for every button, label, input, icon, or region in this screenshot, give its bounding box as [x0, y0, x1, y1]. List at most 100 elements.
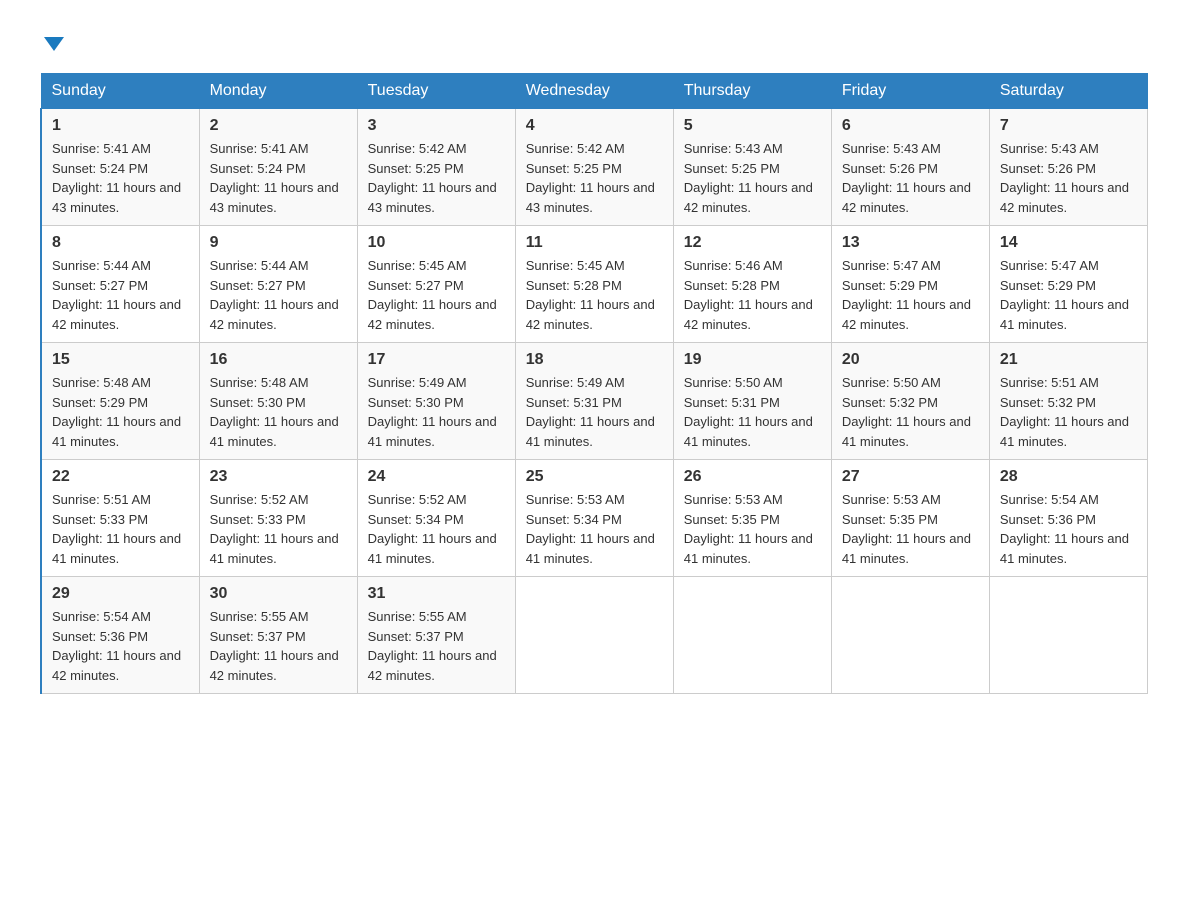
- day-info: Sunrise: 5:47 AMSunset: 5:29 PMDaylight:…: [1000, 256, 1137, 334]
- day-number: 9: [210, 234, 347, 252]
- day-info: Sunrise: 5:50 AMSunset: 5:31 PMDaylight:…: [684, 373, 821, 451]
- day-number: 23: [210, 468, 347, 486]
- day-info: Sunrise: 5:49 AMSunset: 5:30 PMDaylight:…: [368, 373, 505, 451]
- calendar-day-cell: 15 Sunrise: 5:48 AMSunset: 5:29 PMDayligh…: [41, 343, 199, 460]
- day-number: 18: [526, 351, 663, 369]
- day-info: Sunrise: 5:43 AMSunset: 5:26 PMDaylight:…: [842, 139, 979, 217]
- day-number: 27: [842, 468, 979, 486]
- day-info: Sunrise: 5:42 AMSunset: 5:25 PMDaylight:…: [368, 139, 505, 217]
- day-number: 17: [368, 351, 505, 369]
- day-number: 24: [368, 468, 505, 486]
- calendar-week-row: 8Sunrise: 5:44 AMSunset: 5:27 PMDaylight…: [41, 226, 1148, 343]
- day-number: 19: [684, 351, 821, 369]
- day-number: 3: [368, 117, 505, 135]
- day-info: Sunrise: 5:44 AMSunset: 5:27 PMDaylight:…: [52, 256, 189, 334]
- day-info: Sunrise: 5:54 AMSunset: 5:36 PMDaylight:…: [52, 607, 189, 685]
- day-number: 13: [842, 234, 979, 252]
- calendar-day-cell: 26Sunrise: 5:53 AMSunset: 5:35 PMDayligh…: [673, 460, 831, 577]
- calendar-day-cell: 2 Sunrise: 5:41 AMSunset: 5:24 PMDaylight…: [199, 109, 357, 226]
- day-info: Sunrise: 5:55 AMSunset: 5:37 PMDaylight:…: [368, 607, 505, 685]
- day-number: 31: [368, 585, 505, 603]
- calendar-day-cell: 19 Sunrise: 5:50 AMSunset: 5:31 PMDayligh…: [673, 343, 831, 460]
- day-info: Sunrise: 5:46 AMSunset: 5:28 PMDaylight:…: [684, 256, 821, 334]
- day-number: 30: [210, 585, 347, 603]
- calendar-header-row: SundayMondayTuesdayWednesdayThursdayFrid…: [41, 74, 1148, 109]
- day-info: Sunrise: 5:48 AMSunset: 5:30 PMDaylight:…: [210, 373, 347, 451]
- day-number: 12: [684, 234, 821, 252]
- day-number: 5: [684, 117, 821, 135]
- day-number: 22: [52, 468, 189, 486]
- day-number: 21: [1000, 351, 1137, 369]
- day-info: Sunrise: 5:52 AMSunset: 5:33 PMDaylight:…: [210, 490, 347, 568]
- logo: [40, 30, 64, 57]
- logo-triangle-icon: [44, 37, 64, 51]
- calendar-day-cell: 1 Sunrise: 5:41 AMSunset: 5:24 PMDaylight…: [41, 109, 199, 226]
- calendar-day-cell: 23 Sunrise: 5:52 AMSunset: 5:33 PMDayligh…: [199, 460, 357, 577]
- calendar-day-cell: 5 Sunrise: 5:43 AMSunset: 5:25 PMDaylight…: [673, 109, 831, 226]
- day-number: 29: [52, 585, 189, 603]
- calendar-header-saturday: Saturday: [989, 74, 1147, 109]
- calendar-table: SundayMondayTuesdayWednesdayThursdayFrid…: [40, 73, 1148, 694]
- day-info: Sunrise: 5:45 AMSunset: 5:28 PMDaylight:…: [526, 256, 663, 334]
- calendar-header-wednesday: Wednesday: [515, 74, 673, 109]
- empty-cell: [673, 577, 831, 694]
- calendar-day-cell: 16Sunrise: 5:48 AMSunset: 5:30 PMDayligh…: [199, 343, 357, 460]
- calendar-day-cell: 31 Sunrise: 5:55 AMSunset: 5:37 PMDayligh…: [357, 577, 515, 694]
- day-info: Sunrise: 5:49 AMSunset: 5:31 PMDaylight:…: [526, 373, 663, 451]
- day-info: Sunrise: 5:50 AMSunset: 5:32 PMDaylight:…: [842, 373, 979, 451]
- calendar-day-cell: 13 Sunrise: 5:47 AMSunset: 5:29 PMDayligh…: [831, 226, 989, 343]
- day-number: 15: [52, 351, 189, 369]
- calendar-day-cell: 22Sunrise: 5:51 AMSunset: 5:33 PMDayligh…: [41, 460, 199, 577]
- day-info: Sunrise: 5:42 AMSunset: 5:25 PMDaylight:…: [526, 139, 663, 217]
- calendar-day-cell: 4 Sunrise: 5:42 AMSunset: 5:25 PMDaylight…: [515, 109, 673, 226]
- day-info: Sunrise: 5:43 AMSunset: 5:25 PMDaylight:…: [684, 139, 821, 217]
- day-info: Sunrise: 5:41 AMSunset: 5:24 PMDaylight:…: [210, 139, 347, 217]
- day-info: Sunrise: 5:51 AMSunset: 5:32 PMDaylight:…: [1000, 373, 1137, 451]
- calendar-day-cell: 25 Sunrise: 5:53 AMSunset: 5:34 PMDayligh…: [515, 460, 673, 577]
- calendar-day-cell: 30 Sunrise: 5:55 AMSunset: 5:37 PMDayligh…: [199, 577, 357, 694]
- day-number: 1: [52, 117, 189, 135]
- day-info: Sunrise: 5:53 AMSunset: 5:34 PMDaylight:…: [526, 490, 663, 568]
- calendar-header-thursday: Thursday: [673, 74, 831, 109]
- calendar-day-cell: 17 Sunrise: 5:49 AMSunset: 5:30 PMDayligh…: [357, 343, 515, 460]
- calendar-day-cell: 7Sunrise: 5:43 AMSunset: 5:26 PMDaylight…: [989, 109, 1147, 226]
- day-info: Sunrise: 5:47 AMSunset: 5:29 PMDaylight:…: [842, 256, 979, 334]
- day-number: 25: [526, 468, 663, 486]
- day-number: 2: [210, 117, 347, 135]
- calendar-week-row: 29 Sunrise: 5:54 AMSunset: 5:36 PMDayligh…: [41, 577, 1148, 694]
- day-info: Sunrise: 5:45 AMSunset: 5:27 PMDaylight:…: [368, 256, 505, 334]
- empty-cell: [989, 577, 1147, 694]
- calendar-day-cell: 6 Sunrise: 5:43 AMSunset: 5:26 PMDaylight…: [831, 109, 989, 226]
- calendar-day-cell: 21 Sunrise: 5:51 AMSunset: 5:32 PMDayligh…: [989, 343, 1147, 460]
- empty-cell: [831, 577, 989, 694]
- day-number: 20: [842, 351, 979, 369]
- calendar-day-cell: 14 Sunrise: 5:47 AMSunset: 5:29 PMDayligh…: [989, 226, 1147, 343]
- day-number: 11: [526, 234, 663, 252]
- calendar-day-cell: 12 Sunrise: 5:46 AMSunset: 5:28 PMDayligh…: [673, 226, 831, 343]
- calendar-day-cell: 8Sunrise: 5:44 AMSunset: 5:27 PMDaylight…: [41, 226, 199, 343]
- empty-cell: [515, 577, 673, 694]
- day-info: Sunrise: 5:41 AMSunset: 5:24 PMDaylight:…: [52, 139, 189, 217]
- calendar-week-row: 1 Sunrise: 5:41 AMSunset: 5:24 PMDaylight…: [41, 109, 1148, 226]
- calendar-day-cell: 29 Sunrise: 5:54 AMSunset: 5:36 PMDayligh…: [41, 577, 199, 694]
- day-info: Sunrise: 5:48 AMSunset: 5:29 PMDaylight:…: [52, 373, 189, 451]
- day-number: 14: [1000, 234, 1137, 252]
- calendar-header-tuesday: Tuesday: [357, 74, 515, 109]
- day-number: 6: [842, 117, 979, 135]
- day-info: Sunrise: 5:53 AMSunset: 5:35 PMDaylight:…: [842, 490, 979, 568]
- day-info: Sunrise: 5:44 AMSunset: 5:27 PMDaylight:…: [210, 256, 347, 334]
- calendar-day-cell: 10 Sunrise: 5:45 AMSunset: 5:27 PMDayligh…: [357, 226, 515, 343]
- day-info: Sunrise: 5:53 AMSunset: 5:35 PMDaylight:…: [684, 490, 821, 568]
- day-info: Sunrise: 5:54 AMSunset: 5:36 PMDaylight:…: [1000, 490, 1137, 568]
- day-number: 10: [368, 234, 505, 252]
- day-number: 4: [526, 117, 663, 135]
- calendar-day-cell: 9 Sunrise: 5:44 AMSunset: 5:27 PMDaylight…: [199, 226, 357, 343]
- calendar-day-cell: 20 Sunrise: 5:50 AMSunset: 5:32 PMDayligh…: [831, 343, 989, 460]
- calendar-day-cell: 28 Sunrise: 5:54 AMSunset: 5:36 PMDayligh…: [989, 460, 1147, 577]
- day-info: Sunrise: 5:55 AMSunset: 5:37 PMDaylight:…: [210, 607, 347, 685]
- calendar-day-cell: 3 Sunrise: 5:42 AMSunset: 5:25 PMDaylight…: [357, 109, 515, 226]
- calendar-day-cell: 24Sunrise: 5:52 AMSunset: 5:34 PMDayligh…: [357, 460, 515, 577]
- day-number: 28: [1000, 468, 1137, 486]
- calendar-day-cell: 18 Sunrise: 5:49 AMSunset: 5:31 PMDayligh…: [515, 343, 673, 460]
- calendar-day-cell: 11 Sunrise: 5:45 AMSunset: 5:28 PMDayligh…: [515, 226, 673, 343]
